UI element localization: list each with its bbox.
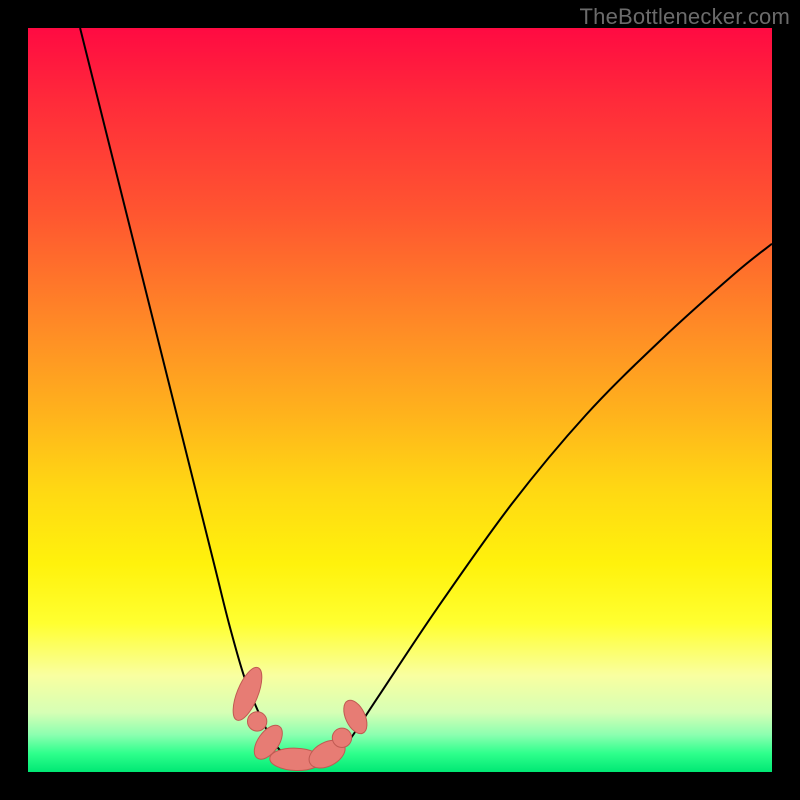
curve-marker <box>332 728 351 747</box>
plot-area <box>28 28 772 772</box>
curve-path <box>80 28 772 761</box>
bottleneck-curve <box>28 28 772 772</box>
curve-marker <box>247 712 266 731</box>
watermark-text: TheBottlenecker.com <box>580 4 790 30</box>
curve-markers <box>227 664 371 772</box>
chart-frame: TheBottlenecker.com <box>0 0 800 800</box>
